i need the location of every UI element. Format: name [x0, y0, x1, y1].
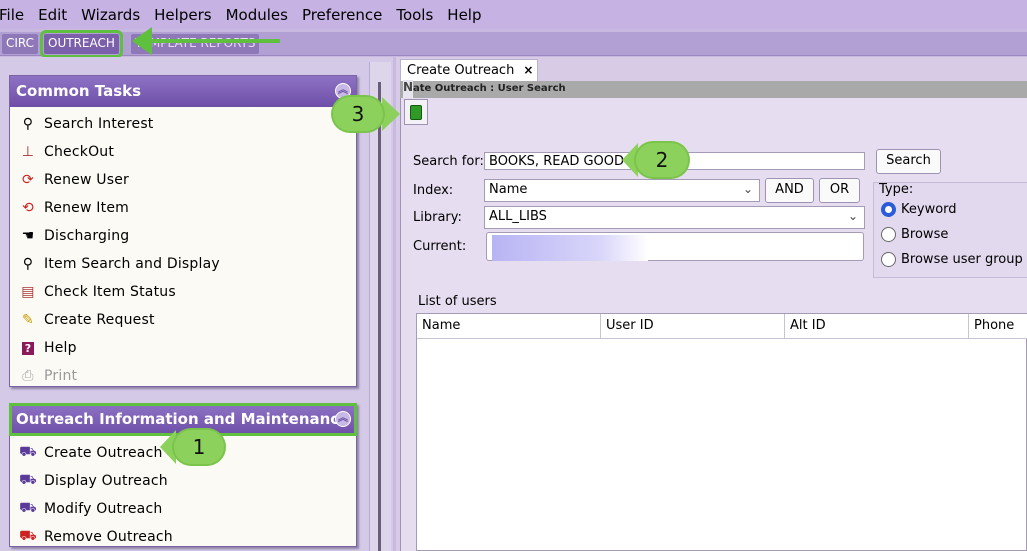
- menu-edit[interactable]: Edit: [37, 6, 68, 24]
- help-icon: ?: [18, 339, 38, 357]
- collapse-icon[interactable]: ︽: [335, 411, 351, 427]
- task-help[interactable]: ? Help: [10, 334, 356, 362]
- callout-2: 2: [636, 143, 688, 177]
- module-tab-bar: CIRC OUTREACH TEMPLATE REPORTS: [0, 30, 1027, 58]
- task-renew-user[interactable]: ⟳ Renew User: [10, 166, 356, 194]
- outreach-panel: Outreach Information and Maintenance ︽ ⛟…: [9, 403, 357, 547]
- close-icon[interactable]: ×: [523, 63, 533, 77]
- menu-help[interactable]: Help: [446, 6, 482, 24]
- task-check-item-status[interactable]: ▤ Check Item Status: [10, 278, 356, 306]
- menu-tools[interactable]: Tools: [395, 6, 434, 24]
- current-label: Current:: [413, 239, 467, 254]
- display-outreach-icon: ⛟: [19, 472, 37, 488]
- users-list-label: List of users: [418, 294, 497, 309]
- common-tasks-panel: Common Tasks ︽ ⚲ Search Interest ⊥ CheckOu…: [9, 75, 357, 387]
- modify-outreach-icon: ⛟: [19, 500, 37, 516]
- task-print[interactable]: ⎙ Print: [10, 362, 356, 390]
- or-button[interactable]: OR: [819, 178, 860, 203]
- menu-modules[interactable]: Modules: [225, 6, 289, 24]
- task-display-outreach[interactable]: ⛟ Display Outreach: [10, 467, 356, 495]
- redacted-value: [492, 235, 648, 261]
- menu-bar: File Edit Wizards Helpers Modules Prefer…: [0, 0, 1027, 29]
- menu-file[interactable]: File: [0, 6, 25, 24]
- create-outreach-icon: ⛟: [19, 444, 37, 460]
- item-search-icon: ⚲: [22, 256, 34, 272]
- chevron-down-icon: ⌄: [847, 209, 858, 223]
- index-label: Index:: [413, 183, 454, 198]
- subtitle-prefix: N: [403, 80, 413, 98]
- column-phone[interactable]: Phone: [969, 314, 1027, 339]
- outreach-panel-header[interactable]: Outreach Information and Maintenance ︽: [9, 403, 357, 436]
- stamp-icon: ⊥: [21, 144, 35, 160]
- task-discharging[interactable]: ☚ Discharging: [10, 222, 356, 250]
- remove-outreach-icon: ⛟: [19, 528, 37, 544]
- task-search-interest[interactable]: ⚲ Search Interest: [10, 110, 356, 138]
- radio-browse[interactable]: Browse: [881, 227, 948, 242]
- type-label: Type:: [879, 182, 914, 197]
- wizard-subtitle: N ate Outreach : User Search: [400, 80, 1027, 98]
- column-alt-id[interactable]: Alt ID: [785, 314, 969, 339]
- annotation-arrow-line: [148, 39, 280, 43]
- search-button[interactable]: Search: [876, 149, 941, 174]
- tab-circ[interactable]: CIRC: [2, 34, 39, 54]
- create-request-icon: ✎: [22, 312, 34, 328]
- annotation-arrow-head: [132, 27, 152, 55]
- left-pane-scrollbar[interactable]: [369, 62, 391, 551]
- task-renew-item[interactable]: ⟲ Renew Item: [10, 194, 356, 222]
- item-status-icon: ▤: [21, 284, 35, 300]
- search-label: Search for:: [413, 154, 484, 169]
- library-select[interactable]: ALL_LIBS ⌄: [484, 206, 865, 229]
- callout-pointer: [382, 97, 400, 131]
- index-select[interactable]: Name ⌄: [484, 179, 760, 202]
- current-user-field: [486, 232, 864, 261]
- and-button[interactable]: AND: [765, 178, 814, 203]
- common-tasks-header[interactable]: Common Tasks ︽: [10, 76, 356, 107]
- column-user-id[interactable]: User ID: [601, 314, 785, 339]
- renew-item-icon: ⟲: [22, 200, 34, 216]
- menu-wizards[interactable]: Wizards: [80, 6, 141, 24]
- task-item-search[interactable]: ⚲ Item Search and Display: [10, 250, 356, 278]
- library-label: Library:: [413, 210, 462, 225]
- task-checkout[interactable]: ⊥ CheckOut: [10, 138, 356, 166]
- outreach-panel-title: Outreach Information and Maintenance: [16, 410, 350, 428]
- binoculars-icon: ⚲: [22, 116, 34, 132]
- column-name[interactable]: Name: [417, 314, 601, 339]
- radio-browse-user-group[interactable]: Browse user group: [881, 252, 1023, 267]
- task-modify-outreach[interactable]: ⛟ Modify Outreach: [10, 495, 356, 523]
- common-tasks-title: Common Tasks: [16, 82, 142, 100]
- discharge-icon: ☚: [21, 228, 35, 244]
- printer-icon: ⎙: [22, 368, 34, 384]
- radio-keyword[interactable]: Keyword: [881, 202, 957, 217]
- new-user-icon[interactable]: [404, 99, 428, 125]
- task-remove-outreach[interactable]: ⛟ Remove Outreach: [10, 523, 356, 551]
- callout-3: 3: [333, 97, 383, 131]
- tab-create-outreach[interactable]: Create Outreach ×: [400, 59, 538, 81]
- menu-preference[interactable]: Preference: [301, 6, 383, 24]
- chevron-down-icon: ⌄: [742, 182, 753, 196]
- tab-outreach[interactable]: OUTREACH: [40, 30, 123, 58]
- renew-user-icon: ⟳: [22, 172, 34, 188]
- callout-1: 1: [174, 430, 224, 464]
- task-create-request[interactable]: ✎ Create Request: [10, 306, 356, 334]
- users-table[interactable]: Name User ID Alt ID Phone: [416, 313, 1027, 551]
- menu-helpers[interactable]: Helpers: [153, 6, 212, 24]
